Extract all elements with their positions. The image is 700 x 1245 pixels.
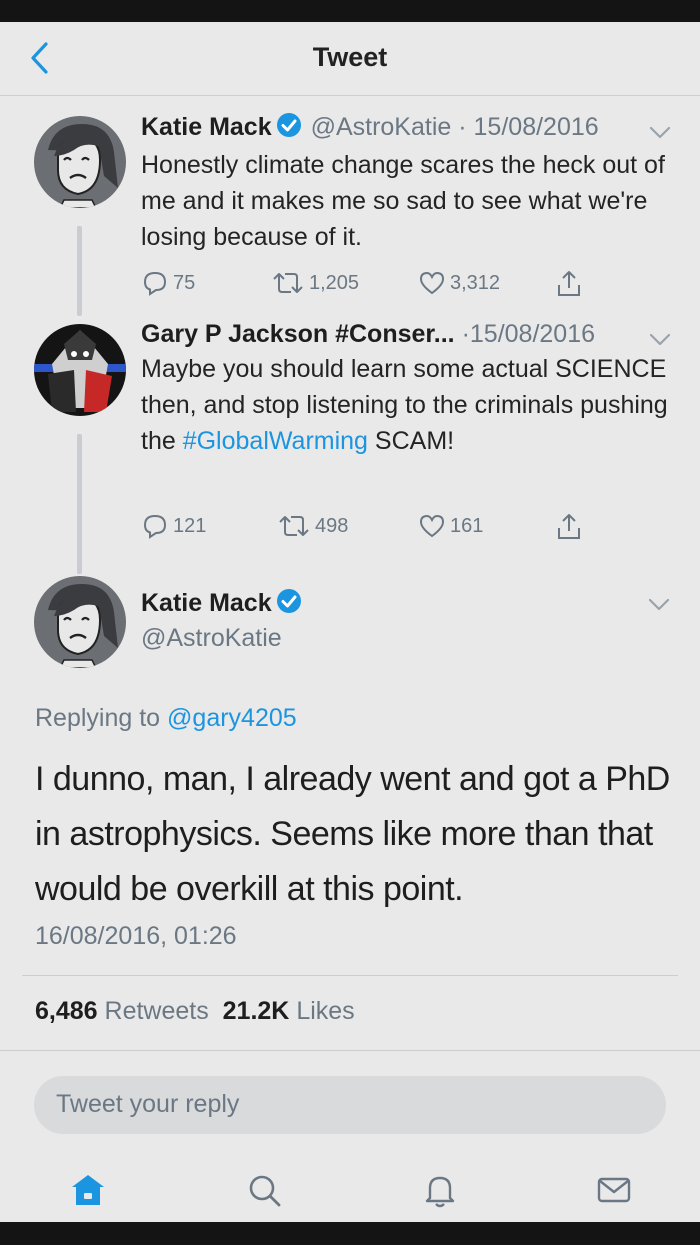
author-name[interactable]: Gary P Jackson #Conser... <box>141 320 455 348</box>
more-options-button[interactable] <box>648 598 670 617</box>
separator-dot: · <box>458 113 467 141</box>
tweet-screen: Tweet Katie Mack @AstroKatie · 15/08/201… <box>0 22 700 1222</box>
hashtag-link[interactable]: #GlobalWarming <box>183 427 368 455</box>
like-count: 3,312 <box>450 271 501 294</box>
heart-icon <box>419 271 445 295</box>
separator-dot: · <box>461 320 470 348</box>
chevron-down-icon <box>649 126 671 139</box>
share-icon <box>558 514 580 539</box>
reply-placeholder: Tweet your reply <box>56 1090 240 1118</box>
verified-icon <box>276 112 302 145</box>
like-button[interactable]: 161 <box>418 512 483 540</box>
more-options-button[interactable] <box>649 333 671 352</box>
reply-button[interactable]: 121 <box>141 512 206 540</box>
author-handle[interactable]: @AstroKatie <box>311 113 452 141</box>
masked-figure-avatar-icon <box>34 324 126 416</box>
tweet-date[interactable]: 15/08/2016 <box>470 320 595 348</box>
like-count: 161 <box>450 514 484 537</box>
author-handle[interactable]: @AstroKatie <box>141 624 282 653</box>
retweet-button[interactable]: 498 <box>277 512 348 540</box>
share-button[interactable] <box>555 512 583 542</box>
like-button[interactable]: 3,312 <box>418 269 500 297</box>
tweet-actions: 121 498 161 <box>141 512 601 542</box>
tweet-timestamp: 16/08/2016, 01:26 <box>35 922 237 950</box>
tab-notifications[interactable] <box>418 1168 462 1212</box>
phone-status-strip <box>0 0 700 22</box>
replying-label: Replying to <box>35 704 161 732</box>
header: Tweet <box>0 22 700 96</box>
cartoon-avatar-icon <box>34 576 126 668</box>
reply-count: 75 <box>173 271 196 294</box>
thread-tweet[interactable]: Gary P Jackson #Conser... ·15/08/2016 Ma… <box>141 319 681 459</box>
chevron-down-icon <box>649 333 671 346</box>
main-tweet-text: I dunno, man, I already went and got a P… <box>35 760 670 908</box>
share-button[interactable] <box>555 269 583 299</box>
retweets-label: Retweets <box>104 997 209 1025</box>
verified-icon <box>276 588 302 621</box>
divider <box>0 1050 700 1051</box>
home-icon <box>72 1175 104 1205</box>
divider <box>22 975 678 976</box>
tab-home[interactable] <box>66 1168 110 1212</box>
notifications-icon <box>425 1176 455 1208</box>
reply-icon <box>143 514 167 539</box>
likes-count: 21.2K <box>222 997 290 1025</box>
tweet-text: Honestly climate change scares the heck … <box>141 151 665 251</box>
thread-connector <box>77 226 82 316</box>
phone-bottom-strip <box>0 1222 700 1245</box>
reply-button[interactable]: 75 <box>141 269 195 297</box>
tab-messages[interactable] <box>592 1168 636 1212</box>
retweet-count: 1,205 <box>309 271 360 294</box>
tweet-text-tail: SCAM! <box>367 427 455 455</box>
page-title: Tweet <box>312 42 388 72</box>
cartoon-avatar-icon <box>34 116 126 208</box>
thread-connector <box>77 434 82 574</box>
tab-search[interactable] <box>242 1168 286 1212</box>
replying-handle-link[interactable]: @gary4205 <box>167 704 297 732</box>
retweet-icon <box>279 516 309 536</box>
avatar[interactable] <box>34 576 126 668</box>
tweet-stats: 6,486 Retweets 21.2K Likes <box>35 997 355 1026</box>
retweets-count: 6,486 <box>35 997 98 1025</box>
reply-count: 121 <box>173 514 207 537</box>
share-icon <box>558 271 580 296</box>
reply-input[interactable]: Tweet your reply <box>34 1076 666 1134</box>
thread-tweet[interactable]: Katie Mack @AstroKatie · 15/08/2016 Hone… <box>141 112 681 255</box>
tweet-header: Katie Mack @AstroKatie · 15/08/2016 <box>141 112 681 145</box>
messages-icon <box>597 1177 631 1203</box>
likes-label: Likes <box>296 997 355 1025</box>
tweet-date[interactable]: 15/08/2016 <box>474 113 599 141</box>
tweet-text: Maybe you should learn some actual SCIEN… <box>141 351 681 459</box>
likes-stat[interactable]: 21.2K Likes <box>223 997 355 1025</box>
search-icon <box>249 1175 281 1207</box>
retweet-icon <box>273 273 303 293</box>
more-options-button[interactable] <box>649 126 671 145</box>
replying-to: Replying to @gary4205 <box>35 704 297 733</box>
avatar[interactable] <box>34 116 126 208</box>
chevron-down-icon <box>648 598 670 611</box>
reply-icon <box>143 271 167 296</box>
heart-icon <box>419 514 445 538</box>
retweet-button[interactable]: 1,205 <box>271 269 359 297</box>
author-name[interactable]: Katie Mack <box>141 113 272 141</box>
main-author: Katie Mack <box>141 588 304 621</box>
retweets-stat[interactable]: 6,486 Retweets <box>35 997 209 1025</box>
author-name[interactable]: Katie Mack <box>141 589 272 617</box>
tweet-actions: 75 1,205 3,312 <box>141 269 601 299</box>
avatar[interactable] <box>34 324 126 416</box>
retweet-count: 498 <box>315 514 349 537</box>
tweet-header: Gary P Jackson #Conser... ·15/08/2016 <box>141 319 681 349</box>
